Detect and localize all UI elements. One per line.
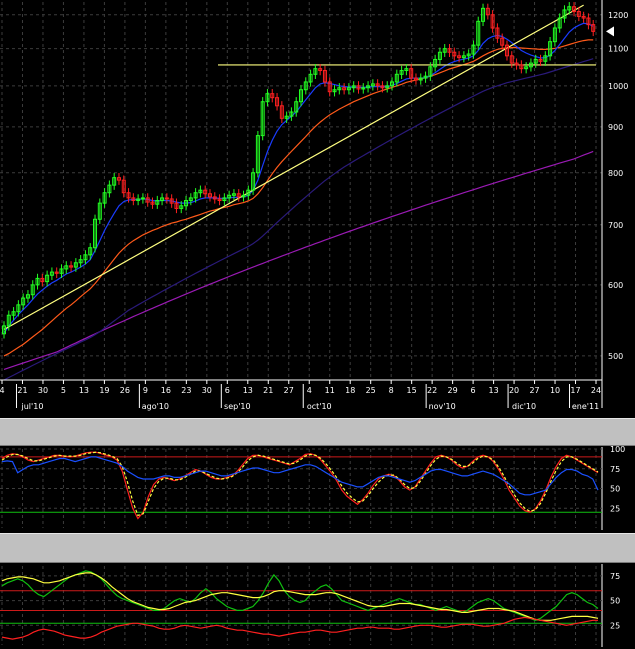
time-axis-month-label: dic'10	[512, 402, 536, 411]
oscillator-axis-label: 50	[610, 597, 620, 606]
time-axis-day-label: 13	[79, 386, 89, 395]
price-axis-label: 1100	[608, 45, 628, 54]
time-axis-day-label: 23	[181, 386, 191, 395]
panel-separator-1[interactable]	[0, 418, 635, 446]
time-axis-day-label: 27	[284, 386, 294, 395]
time-axis-day-label: 27	[529, 386, 539, 395]
time-axis-day-label: 19	[99, 386, 109, 395]
time-axis-day-label: 21	[263, 386, 273, 395]
oscillator-series-line	[1, 570, 599, 621]
last-price-marker	[606, 26, 614, 37]
time-axis-day-label: 11	[325, 386, 335, 395]
oscillator-series-line	[1, 572, 599, 621]
time-axis-day-label: 30	[38, 386, 48, 395]
oscillator-axis-label: 25	[610, 504, 620, 513]
time-axis-day-label: 13	[243, 386, 253, 395]
time-axis-day-label: 21	[17, 386, 27, 395]
price-axis-label: 1200	[608, 11, 628, 20]
time-axis-month-label: jul'10	[21, 402, 44, 411]
time-axis-day-label: 13	[488, 386, 498, 395]
time-axis-day-label: 22	[427, 386, 437, 395]
oscillator-series-line	[1, 616, 598, 640]
oscillator-axis-label: 75	[610, 572, 620, 581]
oscillator-panel-2: 25 50 75	[0, 564, 620, 647]
time-axis-month-label: ago'10	[142, 402, 169, 411]
time-axis: 4 21 30 5 13 19 26 9 16 23 30 6 13 21 27 4 11 18 25 8 15 22 29…	[0, 379, 602, 411]
panel-separator-2[interactable]	[0, 533, 635, 563]
oscillator-panel-1: 25 50 75 100	[0, 445, 625, 530]
time-axis-day-label: 6	[225, 386, 230, 395]
time-axis-day-label: 9	[143, 386, 148, 395]
oscillator-axis-label: 25	[610, 621, 620, 630]
trendline	[3, 4, 584, 331]
time-axis-day-label: 8	[389, 386, 394, 395]
time-axis-day-label: 30	[202, 386, 212, 395]
time-axis-day-label: 26	[120, 386, 130, 395]
price-panel: 500 600 700 800 900 1000 1100 1200	[0, 0, 628, 408]
time-axis-month-label: ene'11	[572, 402, 599, 411]
price-axis-label: 500	[608, 352, 623, 361]
price-axis-label: 600	[608, 281, 623, 290]
time-axis-day-label: 16	[161, 386, 171, 395]
time-axis-day-label: 15	[407, 386, 417, 395]
time-axis-day-label: 6	[471, 386, 476, 395]
price-axis-label: 800	[608, 169, 623, 178]
oscillator-axis-label: 100	[610, 445, 625, 454]
time-axis-day-label: 10	[550, 386, 560, 395]
time-axis-month-label: nov'10	[429, 402, 456, 411]
time-axis-day-label: 25	[366, 386, 376, 395]
time-axis-day-label: 4	[0, 386, 5, 395]
oscillator-axis-label: 75	[610, 465, 620, 474]
time-axis-day-label: 29	[448, 386, 458, 395]
time-axis-day-label: 17	[570, 386, 580, 395]
time-axis-day-label: 24	[591, 386, 601, 395]
time-axis-month-label: oct'10	[307, 402, 332, 411]
time-axis-day-label: 20	[509, 386, 519, 395]
moving-average-ma_medium	[3, 39, 594, 357]
time-axis-day-label: 5	[61, 386, 66, 395]
moving-average-ma_slow	[3, 58, 594, 381]
time-axis-month-label: sep'10	[224, 402, 251, 411]
time-axis-day-label: 18	[345, 386, 355, 395]
price-axis-label: 900	[608, 123, 623, 132]
oscillator-axis-label: 50	[610, 485, 620, 494]
time-axis-day-label: 4	[307, 386, 312, 395]
price-axis-label: 700	[608, 221, 623, 230]
price-axis-label: 1000	[608, 82, 628, 91]
